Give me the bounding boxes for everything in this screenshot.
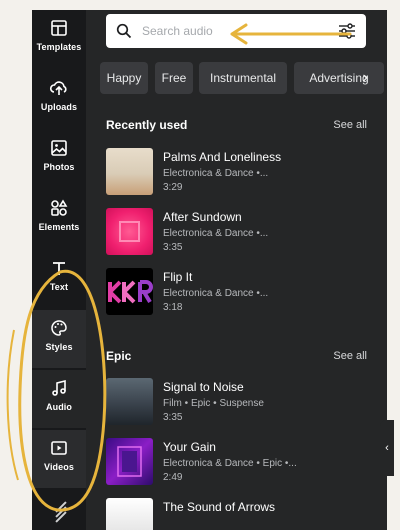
- section-title-epic: Epic: [106, 349, 132, 363]
- track-genre: Electronica & Dance • Epic •...: [163, 458, 297, 469]
- search-icon: [116, 23, 132, 39]
- track-title: Signal to Noise: [163, 380, 244, 394]
- track-genre: Electronica & Dance •...: [163, 168, 269, 179]
- sidebar-item-label: Audio: [46, 402, 72, 412]
- list-item[interactable]: Palms And Loneliness Electronica & Dance…: [106, 148, 376, 196]
- track-genre: Electronica & Dance •...: [163, 288, 269, 299]
- track-title: Palms And Loneliness: [163, 150, 282, 164]
- list-item[interactable]: After Sundown Electronica & Dance •... 3…: [106, 208, 376, 256]
- track-thumbnail: [106, 438, 153, 485]
- list-item[interactable]: The Sound of Arrows: [106, 498, 376, 530]
- sidebar-item-label: Elements: [38, 222, 80, 232]
- track-title: The Sound of Arrows: [163, 500, 276, 514]
- templates-icon: [51, 20, 67, 36]
- music-note-icon: [52, 379, 66, 396]
- sidebar-rail: Templates Uploads Photos Elements Text S…: [32, 10, 86, 530]
- upload-cloud-icon: [49, 81, 67, 95]
- sidebar-item-audio[interactable]: Audio: [32, 370, 86, 428]
- see-all-recently-used[interactable]: See all: [333, 119, 367, 131]
- track-duration: 3:18: [163, 302, 183, 313]
- track-duration: 3:29: [163, 182, 183, 193]
- chip-happy[interactable]: Happy: [100, 62, 148, 94]
- track-thumbnail: [106, 208, 153, 255]
- image-icon: [51, 140, 67, 156]
- sidebar-item-templates[interactable]: Templates: [32, 10, 86, 68]
- track-title: Flip It: [163, 270, 193, 284]
- annotation-stroke: [6, 329, 19, 481]
- sidebar-item-videos[interactable]: Videos: [32, 430, 86, 488]
- list-item[interactable]: Signal to Noise Film • Epic • Suspense 3…: [106, 378, 376, 426]
- shapes-icon: [51, 199, 68, 216]
- sidebar-item-label: Uploads: [40, 102, 78, 112]
- category-chips: Happy Free Instrumental Advertising: [98, 62, 387, 94]
- thumbnail-art: [117, 446, 142, 477]
- video-icon: [51, 441, 67, 455]
- track-genre: Film • Epic • Suspense: [163, 398, 264, 409]
- search-input[interactable]: Search audio: [106, 14, 366, 48]
- track-thumbnail: [106, 148, 153, 195]
- chevron-right-icon[interactable]: ›: [354, 62, 376, 94]
- sidebar-item-photos[interactable]: Photos: [32, 130, 86, 188]
- filter-sliders-icon[interactable]: [338, 23, 356, 39]
- text-icon: [53, 262, 65, 275]
- collapse-panel-tab[interactable]: ‹: [380, 420, 394, 476]
- track-genre: Electronica & Dance •...: [163, 228, 269, 239]
- sidebar-item-label: Templates: [36, 42, 82, 52]
- chip-free[interactable]: Free: [155, 62, 193, 94]
- track-title: Your Gain: [163, 440, 216, 454]
- track-duration: 2:49: [163, 472, 183, 483]
- track-duration: 3:35: [163, 242, 183, 253]
- track-thumbnail: [106, 498, 153, 530]
- palette-icon: [51, 320, 67, 336]
- search-placeholder: Search audio: [142, 24, 213, 38]
- section-title-recently-used: Recently used: [106, 118, 188, 132]
- sidebar-item-label: Videos: [44, 462, 74, 472]
- thumbnail-art: [119, 221, 140, 242]
- sidebar-item-styles[interactable]: Styles: [32, 310, 86, 368]
- track-duration: 3:35: [163, 412, 183, 423]
- see-all-epic[interactable]: See all: [333, 350, 367, 362]
- audio-panel: Search audio Happy Free Instrumental Adv…: [86, 10, 387, 530]
- track-thumbnail: [106, 268, 153, 315]
- editor-side-panel: Templates Uploads Photos Elements Text S…: [32, 10, 387, 530]
- sidebar-more-stripes-icon[interactable]: [32, 496, 86, 530]
- chip-instrumental[interactable]: Instrumental: [199, 62, 287, 94]
- sidebar-item-label: Photos: [43, 162, 75, 172]
- sidebar-item-label: Text: [49, 282, 69, 292]
- list-item[interactable]: Flip It Electronica & Dance •... 3:18: [106, 268, 376, 316]
- track-thumbnail: [106, 378, 153, 425]
- sidebar-item-label: Styles: [45, 342, 73, 352]
- sidebar-item-text[interactable]: Text: [32, 250, 86, 308]
- sidebar-item-elements[interactable]: Elements: [32, 190, 86, 248]
- list-item[interactable]: Your Gain Electronica & Dance • Epic •..…: [106, 438, 376, 486]
- sidebar-item-uploads[interactable]: Uploads: [32, 70, 86, 128]
- thumbnail-art: [108, 280, 153, 304]
- track-title: After Sundown: [163, 210, 242, 224]
